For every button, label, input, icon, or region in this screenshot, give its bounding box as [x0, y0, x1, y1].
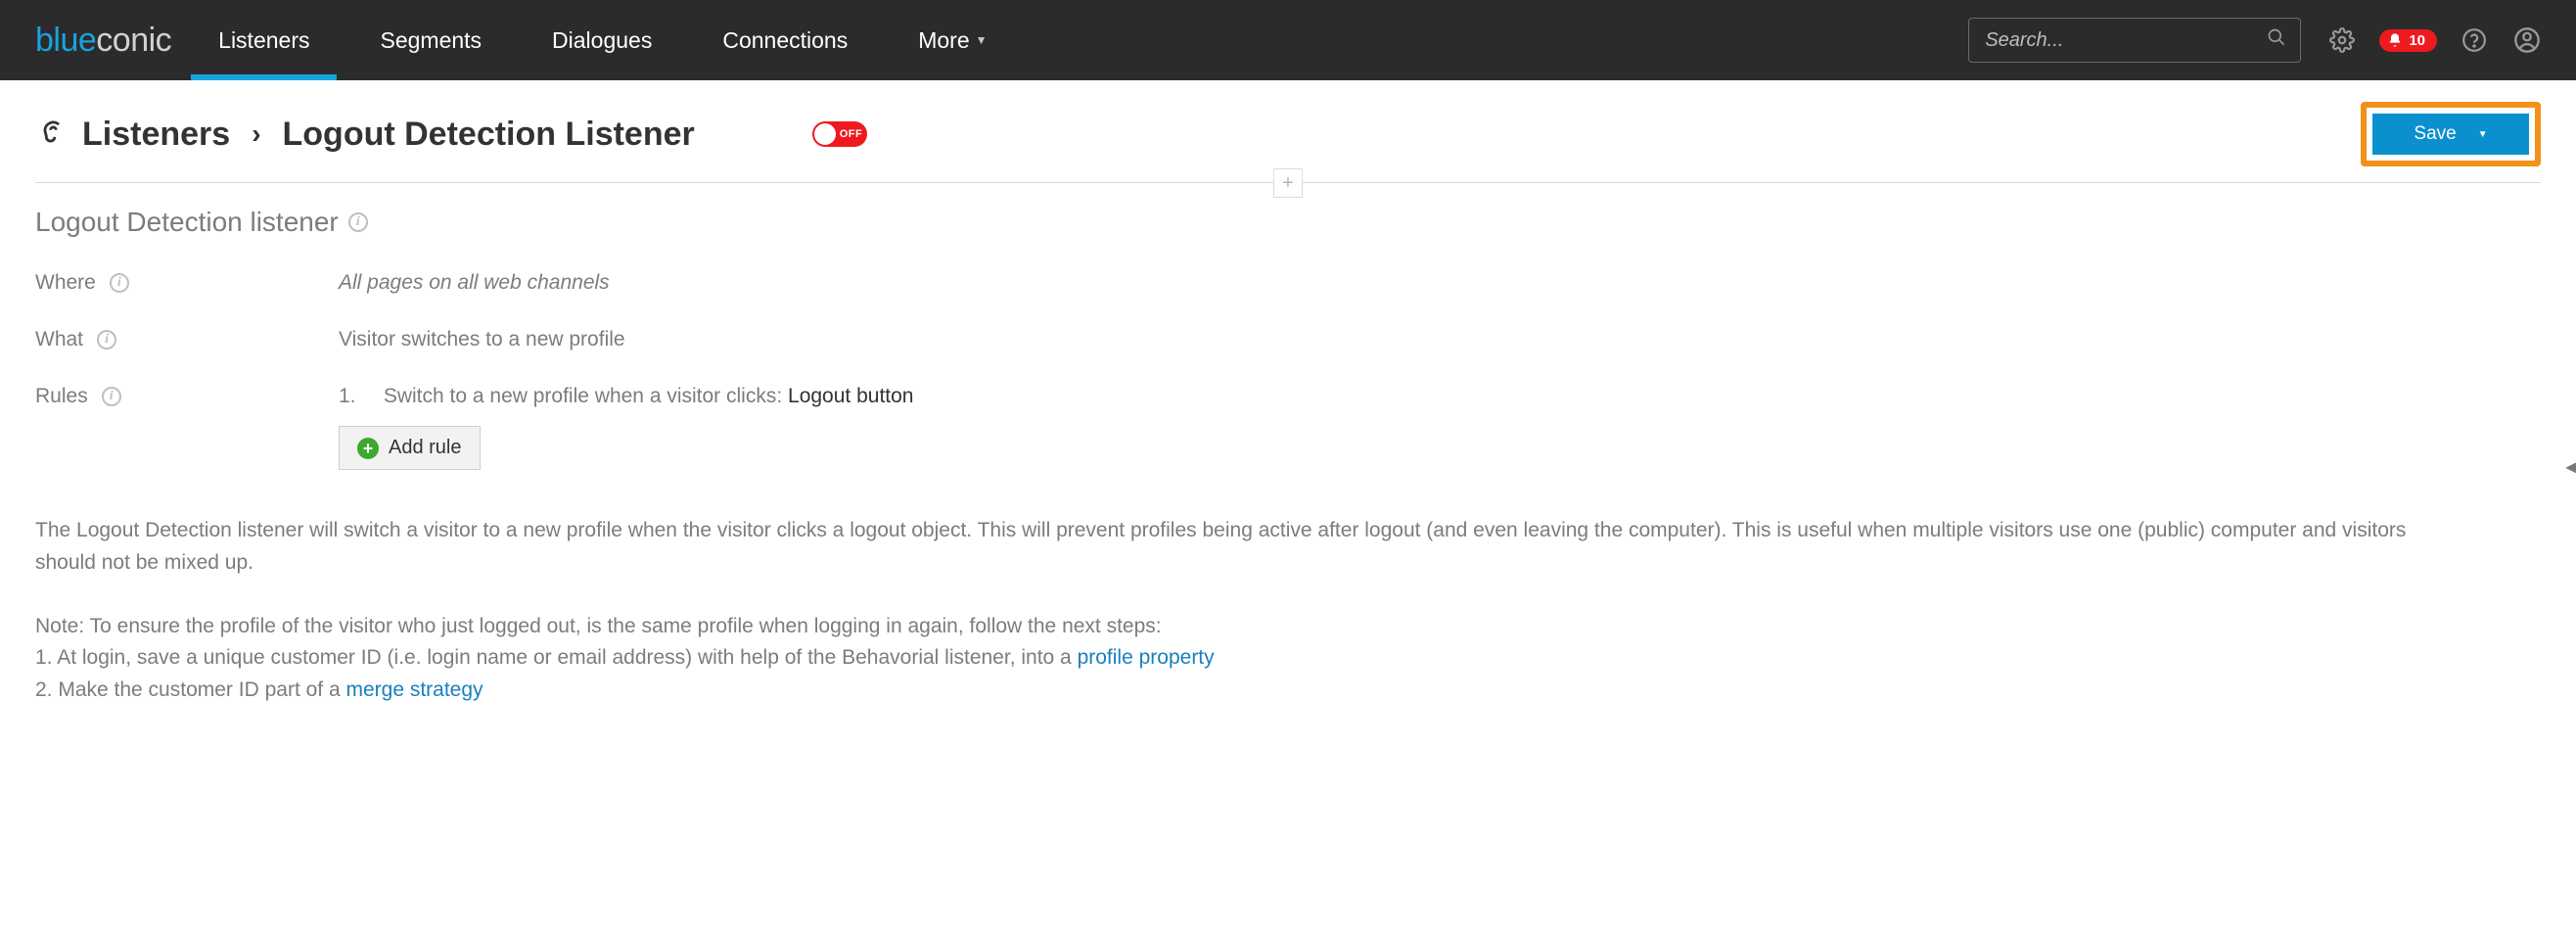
- info-icon[interactable]: i: [110, 273, 129, 293]
- search-box[interactable]: [1968, 18, 2301, 63]
- primary-nav: Listeners Segments Dialogues Connections…: [218, 0, 987, 80]
- nav-dialogues[interactable]: Dialogues: [552, 0, 652, 80]
- help-icon[interactable]: [2459, 24, 2490, 56]
- add-rule-button[interactable]: + Add rule: [339, 426, 481, 470]
- bell-icon: [2387, 32, 2403, 48]
- enable-toggle[interactable]: OFF: [812, 121, 867, 147]
- what-label-text: What: [35, 328, 83, 351]
- breadcrumb-current: Logout Detection Listener: [283, 116, 695, 154]
- where-row: Where i All pages on all web channels: [35, 271, 2470, 295]
- rule-number: 1.: [339, 385, 378, 408]
- nav-more[interactable]: More ▼: [918, 0, 987, 80]
- step1-prefix: 1. At login, save a unique customer ID (…: [35, 646, 1078, 669]
- breadcrumb-separator: ›: [252, 118, 260, 150]
- brand-logo[interactable]: blueconic: [0, 22, 218, 60]
- gear-icon[interactable]: [2326, 24, 2358, 56]
- user-icon[interactable]: [2511, 24, 2543, 56]
- description-step-1: 1. At login, save a unique customer ID (…: [35, 642, 2462, 675]
- profile-property-link[interactable]: profile property: [1078, 646, 1215, 669]
- nav-more-label: More: [918, 27, 969, 54]
- breadcrumb-root[interactable]: Listeners: [82, 116, 230, 154]
- brand-logo-part2: conic: [96, 22, 171, 59]
- where-value[interactable]: All pages on all web channels: [339, 271, 610, 295]
- section-title: Logout Detection listener i: [35, 207, 2470, 238]
- toggle-state-label: OFF: [840, 128, 863, 140]
- header-icons: 10: [2301, 24, 2576, 56]
- rules-row: Rules i 1. Switch to a new profile when …: [35, 385, 2470, 470]
- rule-item-1[interactable]: 1. Switch to a new profile when a visito…: [339, 385, 913, 408]
- what-value: Visitor switches to a new profile: [339, 328, 625, 351]
- chevron-down-icon: ▼: [976, 33, 988, 47]
- merge-strategy-link[interactable]: merge strategy: [345, 678, 483, 701]
- add-rule-label: Add rule: [389, 437, 462, 459]
- brand-logo-part1: blue: [35, 22, 96, 59]
- listener-ear-icon: [35, 117, 69, 151]
- where-label-text: Where: [35, 271, 96, 295]
- info-icon[interactable]: i: [102, 387, 121, 406]
- search-input[interactable]: [1983, 28, 2267, 53]
- plus-circle-icon: +: [357, 438, 379, 459]
- nav-connections[interactable]: Connections: [722, 0, 848, 80]
- section-divider: +: [35, 182, 2541, 183]
- chevron-down-icon: ▼: [2478, 129, 2488, 140]
- rule-target: Logout button: [788, 385, 913, 407]
- rules-label-text: Rules: [35, 385, 88, 408]
- description-note-intro: Note: To ensure the profile of the visit…: [35, 611, 2462, 643]
- top-bar: blueconic Listeners Segments Dialogues C…: [0, 0, 2576, 80]
- rules-body: 1. Switch to a new profile when a visito…: [339, 385, 913, 470]
- rule-text-prefix: Switch to a new profile when a visitor c…: [384, 385, 788, 407]
- search-icon[interactable]: [2267, 27, 2286, 53]
- info-icon[interactable]: i: [348, 212, 368, 232]
- breadcrumb-row: Listeners › Logout Detection Listener OF…: [0, 80, 2576, 166]
- description-block: The Logout Detection listener will switc…: [35, 515, 2462, 706]
- nav-listeners[interactable]: Listeners: [218, 0, 309, 80]
- info-icon[interactable]: i: [97, 330, 116, 350]
- what-label: What i: [35, 328, 339, 351]
- save-highlight-frame: Save ▼: [2361, 102, 2541, 166]
- plus-icon: +: [1282, 173, 1294, 193]
- nav-segments[interactable]: Segments: [380, 0, 482, 80]
- toggle-knob: [814, 123, 836, 145]
- step2-prefix: 2. Make the customer ID part of a: [35, 678, 345, 701]
- notifications-count: 10: [2409, 32, 2425, 49]
- save-button[interactable]: Save ▼: [2372, 114, 2529, 155]
- add-section-button[interactable]: +: [1273, 168, 1303, 198]
- where-label: Where i: [35, 271, 339, 295]
- main-content: Logout Detection listener i Where i All …: [0, 183, 2506, 745]
- description-step-2: 2. Make the customer ID part of a merge …: [35, 675, 2462, 707]
- save-button-label: Save: [2414, 123, 2456, 145]
- rules-label: Rules i: [35, 385, 339, 408]
- description-paragraph: The Logout Detection listener will switc…: [35, 515, 2462, 579]
- section-title-text: Logout Detection listener: [35, 207, 339, 238]
- what-row: What i Visitor switches to a new profile: [35, 328, 2470, 351]
- right-edge-handle[interactable]: ◀: [2565, 459, 2576, 476]
- notifications-pill[interactable]: 10: [2379, 29, 2437, 52]
